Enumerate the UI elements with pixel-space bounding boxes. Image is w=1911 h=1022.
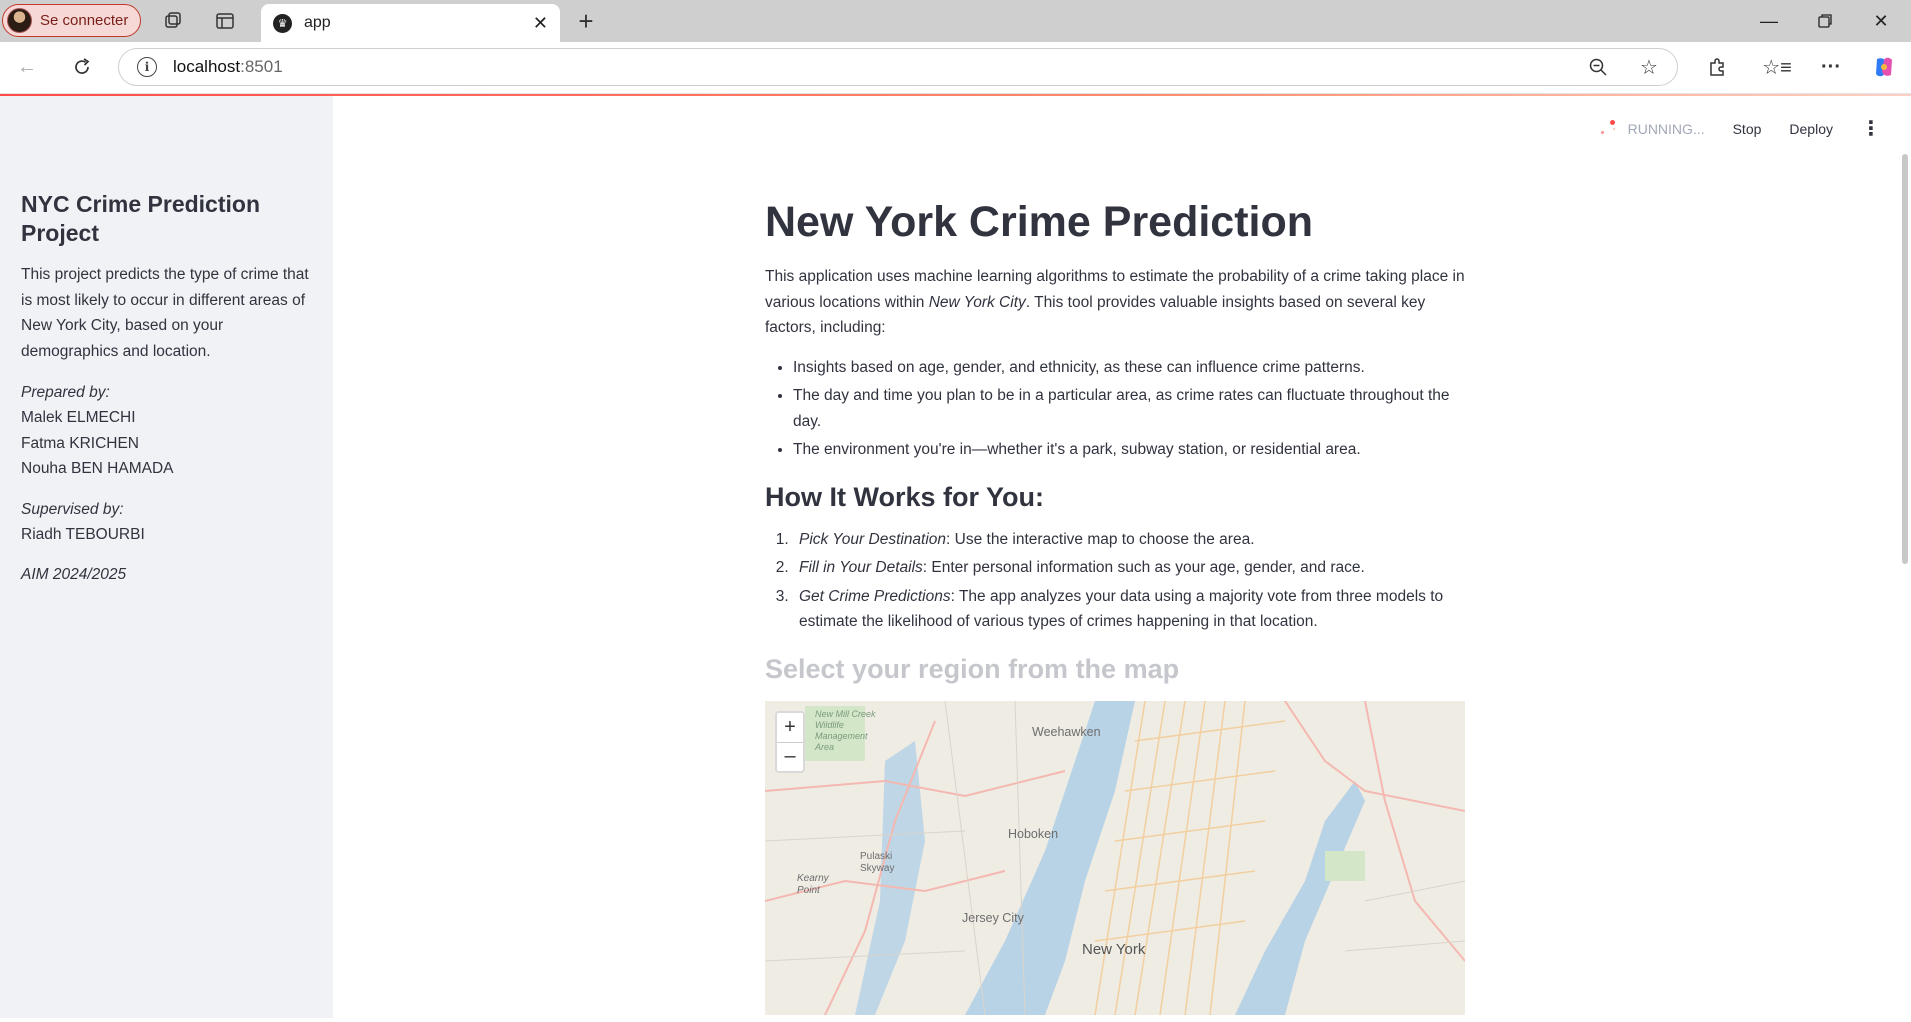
close-window-icon[interactable]: ✕ [1853, 5, 1909, 37]
supervisor-name: Riadh TEBOURBI [21, 525, 145, 543]
sidebar: NYC Crime Prediction Project This projec… [0, 96, 333, 1018]
intro-paragraph: This application uses machine learning a… [765, 268, 1465, 336]
reload-icon[interactable] [65, 50, 99, 84]
scrollbar[interactable] [1902, 154, 1908, 564]
list-item: Insights based on age, gender, and ethni… [793, 355, 1470, 381]
sidebar-description: This project predicts the type of crime … [21, 266, 309, 360]
favorites-icon[interactable]: ☆≡ [1760, 50, 1794, 84]
running-icon [1598, 119, 1618, 139]
extensions-icon[interactable] [1700, 50, 1734, 84]
academic-year: AIM 2024/2025 [21, 566, 127, 583]
favorite-star-icon[interactable]: ☆ [1632, 50, 1666, 84]
url-host: localhost [173, 57, 241, 76]
avatar [7, 8, 32, 33]
map-label: Jersey City [962, 910, 1024, 925]
map-label: New Mill Creek Wildlife Management Area [815, 708, 876, 752]
sidebar-title: NYC Crime Prediction Project [21, 191, 260, 246]
author-name: Malek ELMECHI [21, 409, 136, 426]
copilot-icon[interactable] [1867, 50, 1901, 84]
main-content: RUNNING... Stop Deploy ⋮ New York Crime … [333, 96, 1911, 1018]
intro-city: New York City [928, 293, 1026, 311]
prepared-by-label: Prepared by: [21, 384, 110, 401]
list-item: Pick Your Destination: Use the interacti… [793, 527, 1470, 553]
tab-title: app [304, 14, 331, 31]
site-info-icon[interactable]: i [137, 57, 157, 77]
main-menu-icon[interactable]: ⋮ [1861, 116, 1881, 141]
address-bar-row: ← i localhost:8501 ☆ ☆≡ ··· [0, 42, 1911, 94]
tab-app[interactable]: ♛ app ✕ [261, 4, 560, 42]
supervised-by-label: Supervised by: [21, 500, 124, 518]
author-name: Nouha BEN HAMADA [21, 460, 174, 477]
list-item: The environment you're in—whether it's a… [793, 437, 1470, 463]
restore-icon[interactable] [1797, 5, 1853, 37]
url-port: :8501 [240, 57, 283, 76]
browser-tab-bar: Se connecter ♛ app ✕ + — ✕ [0, 0, 1911, 42]
author-name: Fatma KRICHEN [21, 434, 139, 452]
how-it-works-heading: How It Works for You: [765, 481, 1045, 512]
url-field[interactable]: i localhost:8501 [118, 48, 1678, 86]
list-item: The day and time you plan to be in a par… [793, 383, 1470, 434]
list-item: Get Crime Predictions: The app analyzes … [793, 584, 1470, 635]
new-tab-icon[interactable]: + [570, 5, 602, 37]
interactive-map[interactable]: + – Weehawken Hoboken Pulaski Skyway Jer… [765, 700, 1465, 1015]
zoom-out-icon[interactable] [1581, 50, 1615, 84]
deploy-button[interactable]: Deploy [1789, 121, 1833, 137]
steps-list: Pick Your Destination: Use the interacti… [793, 527, 1470, 635]
map-label: New York [1082, 940, 1146, 958]
more-menu-icon[interactable]: ··· [1814, 50, 1848, 84]
map-label: Kearny Point [797, 872, 829, 896]
map-zoom-controls: + – [775, 710, 805, 773]
streamlit-favicon-icon: ♛ [273, 13, 292, 33]
tab-actions-icon[interactable] [209, 5, 241, 37]
minimize-icon[interactable]: — [1741, 5, 1797, 37]
zoom-in-button[interactable]: + [777, 713, 803, 742]
list-item: Fill in Your Details: Enter personal inf… [793, 555, 1470, 581]
running-status-text: RUNNING... [1627, 120, 1705, 137]
running-status: RUNNING... [1598, 119, 1705, 139]
back-icon[interactable]: ← [10, 50, 44, 84]
content-column: New York Crime Prediction This applicati… [765, 196, 1470, 1015]
close-tab-icon[interactable]: ✕ [533, 13, 548, 34]
profile-label: Se connecter [40, 12, 129, 29]
stop-button[interactable]: Stop [1733, 121, 1762, 137]
app-toolbar: RUNNING... Stop Deploy ⋮ [1598, 116, 1881, 141]
page-title: New York Crime Prediction [765, 198, 1314, 246]
map-section-heading: Select your region from the map [765, 653, 1180, 684]
map-label: Hoboken [1008, 826, 1059, 841]
map-label: Weehawken [1032, 724, 1101, 739]
map-label: Pulaski Skyway [860, 850, 895, 874]
factor-list: Insights based on age, gender, and ethni… [793, 355, 1470, 463]
workspaces-icon[interactable] [157, 5, 189, 37]
profile-button[interactable]: Se connecter [2, 4, 141, 37]
zoom-out-button[interactable]: – [777, 741, 803, 771]
